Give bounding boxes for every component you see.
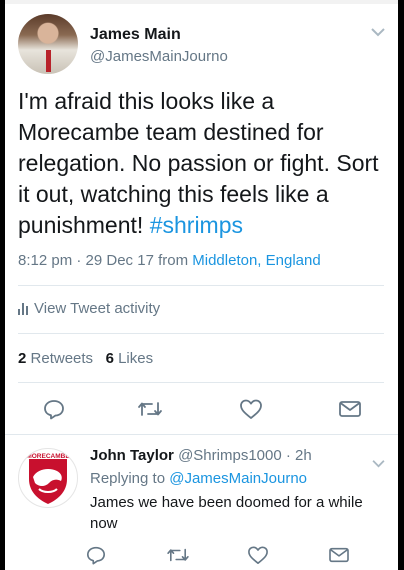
tweet-timestamp: 8:12 pm · 29 Dec 17	[18, 252, 154, 269]
retweets-label: Retweets	[30, 350, 94, 367]
tweet-meta: 8:12 pm · 29 Dec 17 from Middleton, Engl…	[18, 252, 321, 269]
crest-text: MORECAMBE	[26, 453, 70, 460]
retweets-count: 2	[18, 350, 27, 367]
retweet-icon[interactable]	[137, 399, 163, 424]
replying-to: Replying to @JamesMainJourno	[90, 470, 307, 487]
retweet-icon[interactable]	[166, 546, 190, 569]
reply-author-handle[interactable]: @Shrimps1000	[178, 447, 282, 464]
activity-label: View Tweet activity	[34, 300, 161, 317]
heart-icon[interactable]	[239, 398, 263, 425]
likes-stat[interactable]: 6 Likes	[106, 350, 154, 367]
chevron-down-icon[interactable]	[372, 455, 385, 471]
envelope-icon[interactable]	[338, 399, 362, 424]
reply-author-name[interactable]: John Taylor	[90, 447, 174, 464]
reply-icon[interactable]	[86, 545, 106, 570]
likes-label: Likes	[118, 350, 154, 367]
reply-avatar[interactable]: MORECAMBE	[18, 448, 78, 508]
view-activity-link[interactable]: View Tweet activity	[18, 300, 160, 317]
likes-count: 6	[105, 350, 114, 367]
retweets-stat[interactable]: 2 Retweets	[18, 350, 93, 367]
reply-icon[interactable]	[43, 398, 65, 425]
replying-handle-link[interactable]: @JamesMainJourno	[169, 470, 307, 487]
top-edge	[5, 0, 398, 4]
from-label: from	[158, 252, 189, 269]
reply-header: John Taylor @Shrimps1000 · 2h	[90, 447, 312, 464]
left-frame	[0, 0, 5, 570]
reply-text: James we have been doomed for a while no…	[90, 494, 363, 532]
hashtag-link[interactable]: #shrimps	[150, 212, 243, 238]
replying-label: Replying to	[90, 470, 166, 487]
author-handle[interactable]: @JamesMainJourno	[90, 48, 228, 65]
engagement-counts: 2 Retweets 6 Likes	[18, 350, 153, 367]
tweet-text: I'm afraid this looks like a Morecambe t…	[18, 86, 388, 241]
right-frame	[398, 0, 404, 570]
tweet-location[interactable]: Middleton, England	[192, 252, 320, 269]
author-avatar[interactable]	[18, 14, 78, 74]
divider	[18, 333, 384, 334]
heart-icon[interactable]	[247, 545, 269, 570]
envelope-icon[interactable]	[328, 546, 350, 569]
bar-chart-icon	[18, 302, 28, 315]
divider	[5, 434, 398, 435]
reply-time: · 2h	[285, 447, 312, 464]
author-name[interactable]: James Main	[90, 26, 181, 44]
chevron-down-icon[interactable]	[371, 24, 385, 40]
divider	[18, 285, 384, 286]
divider	[18, 382, 384, 383]
